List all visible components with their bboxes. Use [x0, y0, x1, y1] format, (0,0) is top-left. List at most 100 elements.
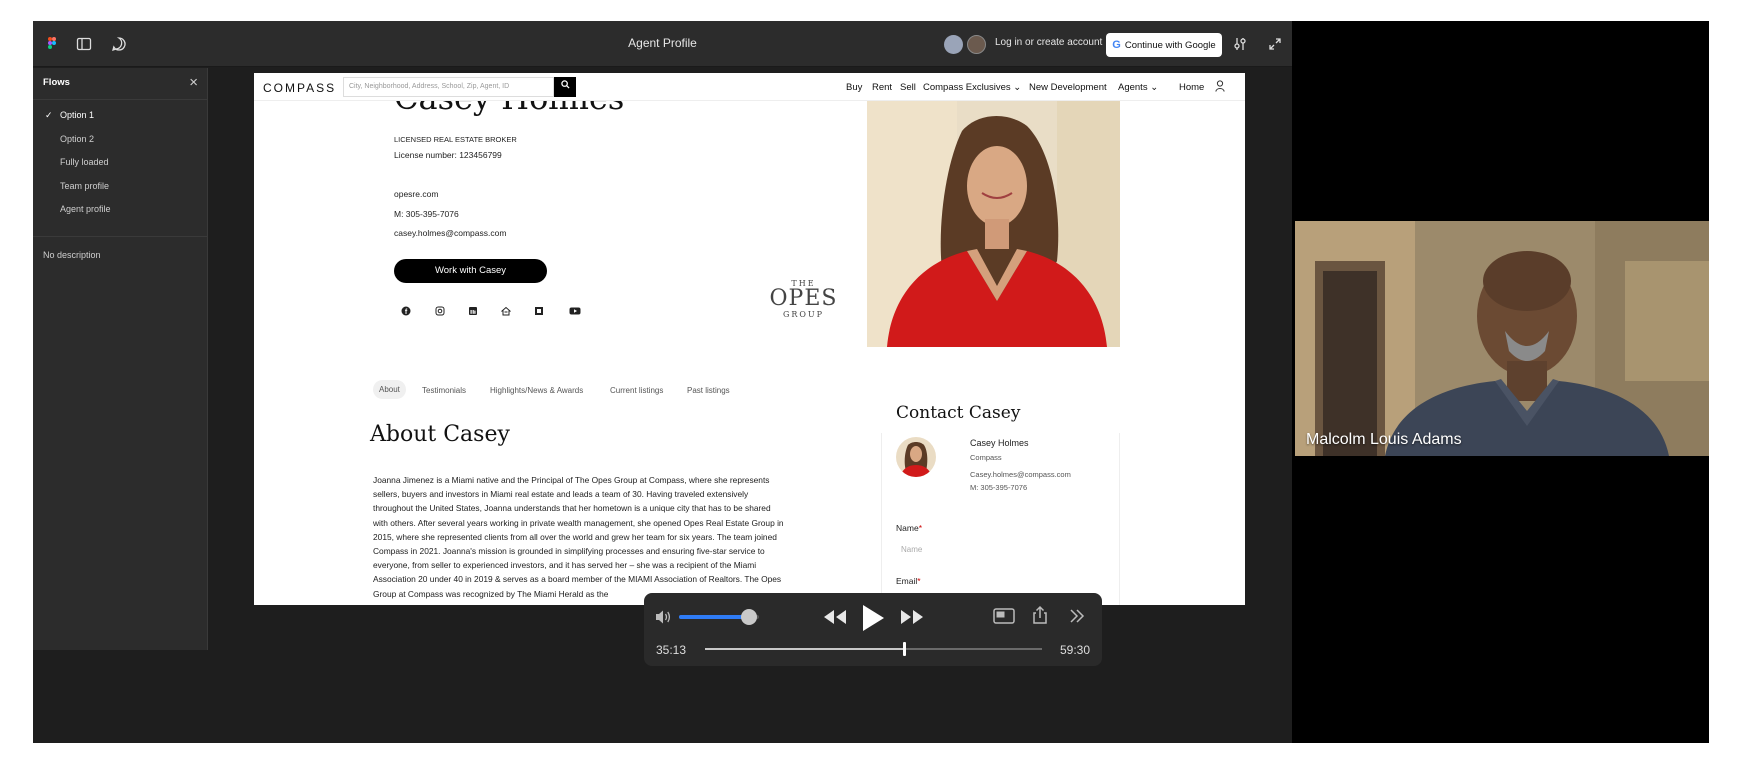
- total-time: 59:30: [1059, 643, 1090, 657]
- zillow-icon[interactable]: [501, 306, 511, 316]
- figma-toolbar: Agent Profile Log in or create account G…: [33, 21, 1292, 67]
- contact-phone[interactable]: M: 305-395-7076: [970, 483, 1027, 492]
- participant-video: [1295, 221, 1709, 456]
- facebook-icon[interactable]: f: [401, 306, 411, 316]
- avatar-user[interactable]: [967, 35, 986, 54]
- comment-icon[interactable]: [110, 35, 128, 53]
- volume-icon[interactable]: [655, 609, 673, 625]
- video-player-controls: 35:13 59:30: [644, 593, 1102, 666]
- current-time: 35:13: [656, 643, 687, 657]
- required-mark: *: [917, 576, 921, 586]
- flow-item-label: Team profile: [60, 180, 110, 191]
- compass-agent-page: COMPASS City, Neighborhood, Address, Sch…: [254, 73, 1245, 605]
- bio-line: with others. After several years working…: [373, 517, 784, 528]
- contact-email[interactable]: Casey.holmes@compass.com: [970, 470, 1071, 479]
- bio-line: Joanna Jimenez is a Miami native and the…: [373, 475, 770, 485]
- contact-avatar: [896, 437, 936, 477]
- bio-line: sellers, buyers and investors in Miami r…: [373, 489, 749, 500]
- tab-past-listings[interactable]: Past listings: [687, 386, 730, 395]
- youtube-icon[interactable]: [569, 306, 581, 316]
- volume-fill: [679, 615, 750, 619]
- nav-new-development[interactable]: New Development: [1029, 82, 1107, 93]
- scrubber-handle[interactable]: [902, 642, 906, 656]
- nav-agents[interactable]: Agents ⌄: [1118, 82, 1158, 93]
- agent-license: License number: 123456799: [394, 150, 502, 160]
- flows-title: Flows: [43, 77, 70, 88]
- realtor-icon[interactable]: [534, 306, 544, 316]
- play-icon[interactable]: [860, 603, 886, 633]
- close-icon[interactable]: ×: [189, 74, 198, 91]
- rewind-icon[interactable]: [822, 608, 848, 626]
- flows-header: Flows ×: [33, 68, 207, 100]
- avatar-anonymous[interactable]: [944, 35, 963, 54]
- opes-group-logo: THE OPES GROUP: [766, 279, 841, 319]
- bio-line: 2015, where she represented clients from…: [373, 531, 777, 542]
- progress-scrubber[interactable]: [705, 642, 1042, 656]
- compass-logo[interactable]: COMPASS: [263, 81, 336, 95]
- email-field-label: Email*: [896, 576, 921, 586]
- participant-name: Malcolm Louis Adams: [1306, 431, 1462, 448]
- instagram-icon[interactable]: [435, 306, 445, 316]
- tab-testimonials[interactable]: Testimonials: [422, 386, 466, 395]
- volume-knob[interactable]: [741, 609, 758, 625]
- work-with-casey-button[interactable]: Work with Casey: [394, 259, 547, 283]
- flow-description: No description: [43, 250, 101, 260]
- agent-phone[interactable]: M: 305-395-7076: [394, 209, 459, 219]
- fast-forward-icon[interactable]: [899, 608, 925, 626]
- agent-photo: [867, 101, 1120, 347]
- flow-item-label: Fully loaded: [60, 157, 109, 168]
- agent-email-link[interactable]: casey.holmes@compass.com: [394, 228, 506, 238]
- nav-sell[interactable]: Sell: [900, 82, 916, 93]
- more-icon[interactable]: [1068, 608, 1086, 624]
- name-field-label: Name*: [896, 523, 922, 533]
- share-icon[interactable]: [1031, 605, 1049, 625]
- search-button[interactable]: [554, 77, 576, 97]
- flow-item-agent-profile[interactable]: Agent profile: [33, 198, 207, 222]
- linkedin-icon[interactable]: [468, 306, 478, 316]
- contact-name: Casey Holmes: [970, 438, 1029, 448]
- progress-fill: [705, 648, 904, 650]
- flow-item-label: Option 1: [60, 110, 95, 120]
- screen-share-stage: Agent Profile Log in or create account G…: [33, 21, 1709, 743]
- contact-heading: Contact Casey: [896, 403, 1021, 423]
- email-label-text: Email: [896, 576, 918, 586]
- volume-slider[interactable]: [679, 609, 759, 625]
- name-label-text: Name: [896, 523, 919, 533]
- name-input[interactable]: Name: [901, 545, 922, 554]
- flow-item-option-2[interactable]: Option 2: [33, 128, 207, 152]
- login-link[interactable]: Log in or create account: [995, 37, 1102, 48]
- nav-home[interactable]: Home: [1179, 82, 1204, 93]
- nav-buy[interactable]: Buy: [846, 82, 862, 93]
- search-icon: [560, 80, 570, 89]
- nav-rent[interactable]: Rent: [872, 82, 892, 93]
- compass-navbar: COMPASS City, Neighborhood, Address, Sch…: [254, 73, 1245, 101]
- required-mark: *: [918, 523, 922, 533]
- continue-with-google-button[interactable]: G Continue with Google: [1106, 33, 1222, 57]
- opes-logo-main: OPES: [769, 286, 838, 311]
- bio-line: Compass in 2021. Joanna's mission is gro…: [373, 546, 765, 557]
- bio-line: throughout the United States, Joanna und…: [373, 503, 771, 514]
- nav-compass-exclusives[interactable]: Compass Exclusives ⌄: [923, 82, 1021, 93]
- tab-about[interactable]: About: [373, 380, 406, 399]
- figma-prototype-viewer: Agent Profile Log in or create account G…: [33, 21, 1292, 743]
- settings-sliders-icon[interactable]: [1231, 35, 1249, 53]
- user-icon[interactable]: [1215, 80, 1225, 92]
- flows-sidebar: Flows × ✓ Option 1 Option 2 Fully loaded…: [33, 68, 208, 650]
- agent-website-link[interactable]: opesre.com: [394, 189, 438, 199]
- tab-highlights[interactable]: Highlights/News & Awards: [490, 386, 583, 395]
- agent-title: LICENSED REAL ESTATE BROKER: [394, 135, 517, 144]
- agent-bio: Joanna Jimenez is a Miami native and the…: [373, 473, 848, 601]
- tab-current-listings[interactable]: Current listings: [610, 386, 663, 395]
- flow-item-option-1[interactable]: ✓ Option 1: [33, 104, 207, 128]
- flow-item-fully-loaded[interactable]: Fully loaded: [33, 151, 207, 175]
- check-icon: ✓: [45, 110, 53, 120]
- figma-logo-icon[interactable]: [43, 35, 61, 53]
- flow-item-team-profile[interactable]: Team profile: [33, 175, 207, 199]
- participant-video-tile[interactable]: Malcolm Louis Adams: [1295, 221, 1709, 456]
- opes-logo-group: GROUP: [782, 310, 825, 319]
- expand-icon[interactable]: [1266, 35, 1284, 53]
- picture-in-picture-icon[interactable]: [993, 607, 1015, 625]
- search-input[interactable]: City, Neighborhood, Address, School, Zip…: [343, 77, 554, 97]
- sidebar-toggle-icon[interactable]: [75, 35, 93, 53]
- flow-item-label: Agent profile: [60, 204, 111, 215]
